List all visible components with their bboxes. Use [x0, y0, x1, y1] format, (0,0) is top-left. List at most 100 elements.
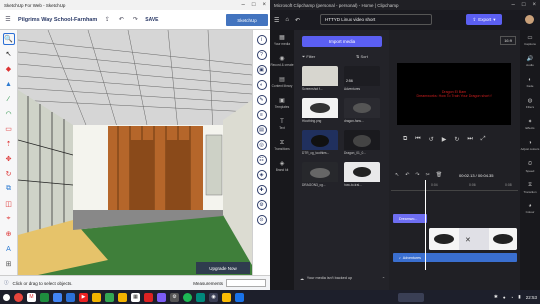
orbit-tool-icon[interactable]: ⊕ — [3, 228, 15, 240]
nav-brand-kit[interactable]: ◈ Brand kit — [270, 156, 294, 177]
model-viewport[interactable] — [18, 30, 252, 275]
solid-tools-icon[interactable]: ◈ — [256, 170, 267, 180]
nav-transitions[interactable]: ⧖ Transitions — [270, 135, 294, 156]
menu-icon[interactable]: ☰ — [4, 16, 12, 24]
clipchamp-window-thumb[interactable] — [398, 292, 424, 302]
display-icon[interactable]: ◎ — [256, 140, 267, 150]
system-tray[interactable]: ✱ ● ◔ ▮ 22:53 — [494, 294, 537, 300]
materials-icon[interactable]: ◐ — [256, 80, 267, 90]
playhead[interactable] — [425, 180, 426, 270]
youtube-icon[interactable]: ▶ — [79, 292, 88, 302]
filter-button[interactable]: ⏷ Filter — [302, 54, 315, 59]
media-item[interactable]: DRAGON3_cg... — [302, 162, 338, 188]
meet-icon[interactable] — [196, 292, 205, 302]
search-icon[interactable]: 🔍 — [2, 33, 15, 45]
redo-icon[interactable]: ↷ — [415, 172, 419, 178]
save-button[interactable]: SAVE — [145, 17, 158, 23]
skip-back-icon[interactable]: ⏮ — [415, 136, 420, 143]
gmail-icon[interactable]: M — [27, 292, 36, 302]
line-tool-icon[interactable]: ∕ — [3, 93, 15, 105]
home-icon[interactable]: ⌂ — [285, 17, 289, 23]
styles-icon[interactable]: ✎ — [256, 95, 267, 105]
minimize-icon[interactable]: – — [512, 2, 515, 8]
extensions-icon[interactable]: ✚ — [256, 185, 267, 195]
help-icon[interactable]: ⊙ — [256, 215, 267, 225]
delete-icon[interactable]: 🗑 — [436, 172, 442, 178]
docs-icon[interactable] — [53, 292, 62, 302]
share-icon[interactable]: ⇪ — [103, 16, 111, 24]
rotate-tool-icon[interactable]: ↻ — [3, 168, 15, 180]
nav-text[interactable]: T Text — [270, 114, 294, 135]
prop-effects[interactable]: ✦ Effects — [520, 114, 540, 135]
split-preview-icon[interactable]: ⧉ — [403, 136, 407, 143]
minimize-icon[interactable]: – — [242, 2, 245, 8]
nav-your-media[interactable]: ▦ Your media — [270, 30, 294, 51]
camera-icon[interactable]: ◉ — [209, 292, 218, 302]
select-pointer-icon[interactable]: ↖ — [395, 172, 399, 178]
close-icon[interactable]: × — [262, 2, 266, 8]
measurements-input[interactable] — [226, 279, 266, 287]
messages-icon[interactable] — [235, 292, 244, 302]
prop-transition[interactable]: ⧖ Transition — [520, 177, 540, 198]
timeline-ruler[interactable]: 0:04 0:06 0:08 — [391, 183, 518, 191]
close-icon[interactable]: × — [532, 2, 536, 8]
play-icon[interactable]: ▶ — [442, 136, 447, 143]
export-button[interactable]: ⇪ Export ▾ — [466, 14, 502, 25]
aspect-ratio-button[interactable]: 16:9 — [500, 36, 516, 45]
prop-captions[interactable]: ▭ Captions — [520, 30, 540, 51]
arc-tool-icon[interactable]: ◠ — [3, 108, 15, 120]
media-item[interactable]: Screenshot f... — [302, 66, 338, 92]
scale-tool-icon[interactable]: ⧉ — [3, 183, 15, 195]
settings-app-icon[interactable]: ⚙ — [170, 292, 179, 302]
rectangle-tool-icon[interactable]: ▭ — [3, 123, 15, 135]
skip-forward-icon[interactable]: ⏭ — [467, 136, 472, 143]
media-item[interactable]: how-to-trai... — [344, 162, 380, 188]
sort-button[interactable]: ⇅ Sort — [356, 54, 368, 59]
import-media-button[interactable]: Import media — [302, 36, 382, 47]
tape-tool-icon[interactable]: ⌖ — [3, 213, 15, 225]
forward-icon[interactable]: ↻ — [454, 136, 459, 143]
scenes-icon[interactable]: ▤ — [256, 125, 267, 135]
paint-tool-icon[interactable]: ▲ — [3, 78, 15, 90]
eraser-tool-icon[interactable]: ◆ — [3, 63, 15, 75]
settings-icon[interactable]: ⚙ — [256, 200, 267, 210]
prop-filters[interactable]: ◍ Filters — [520, 93, 540, 114]
prop-fade[interactable]: ◐ Fade — [520, 72, 540, 93]
prop-adjust-colours[interactable]: ◑ Adjust colours — [520, 135, 540, 156]
chrome-icon[interactable] — [14, 292, 23, 302]
hamburger-icon[interactable]: ☰ — [274, 17, 279, 24]
sketchup-app-icon[interactable] — [144, 292, 153, 302]
select-tool-icon[interactable]: ↖ — [3, 48, 15, 60]
profile-avatar[interactable] — [525, 15, 534, 24]
media-item[interactable]: 2:56 Adventures — [344, 66, 380, 92]
video-track-clip[interactable]: ✕ — [429, 228, 517, 250]
prop-audio[interactable]: 🔊 Audio — [520, 51, 540, 72]
slides-icon[interactable] — [118, 292, 127, 302]
audio-track-clip[interactable]: ♪ Adventures — [393, 253, 517, 262]
media-item[interactable]: Hiccthing.png — [302, 98, 338, 124]
prop-speed[interactable]: ⏲ Speed — [520, 156, 540, 177]
fullscreen-icon[interactable]: ⤢ — [481, 136, 486, 143]
tags-icon[interactable]: ≡ — [256, 110, 267, 120]
maximize-icon[interactable]: □ — [522, 2, 526, 8]
video-preview[interactable]: Dragon El Bam Dreamworks: How To Train Y… — [397, 63, 511, 125]
undo-icon[interactable]: ↶ — [117, 16, 125, 24]
spotify-icon[interactable] — [183, 292, 192, 302]
drive-icon[interactable] — [222, 292, 231, 302]
nav-record-create[interactable]: ◉ Record & create — [270, 51, 294, 72]
move-tool-icon[interactable]: ✥ — [3, 153, 15, 165]
instructor-icon[interactable]: ? — [256, 50, 267, 60]
media-item[interactable]: dragon-fans... — [344, 98, 380, 124]
section-tool-icon[interactable]: ⊞ — [3, 258, 15, 270]
launcher-icon[interactable] — [3, 293, 10, 301]
split-icon[interactable]: ✂ — [426, 172, 430, 178]
project-name-field[interactable]: HTTYD Linux video short — [320, 14, 432, 25]
info-icon[interactable]: ⓘ — [4, 280, 9, 286]
offset-tool-icon[interactable]: ◫ — [3, 198, 15, 210]
media-item[interactable]: Dragon_01_0... — [344, 130, 380, 156]
upgrade-button[interactable]: Upgrade Now — [196, 262, 250, 274]
outliner-icon[interactable]: ☷ — [256, 155, 267, 165]
backup-notice[interactable]: ☁ Your media isn't backed up ⌃ — [294, 272, 389, 284]
sheets-icon[interactable] — [40, 292, 49, 302]
document-title[interactable]: Pilgrims Way School-Farnham — [18, 17, 97, 23]
